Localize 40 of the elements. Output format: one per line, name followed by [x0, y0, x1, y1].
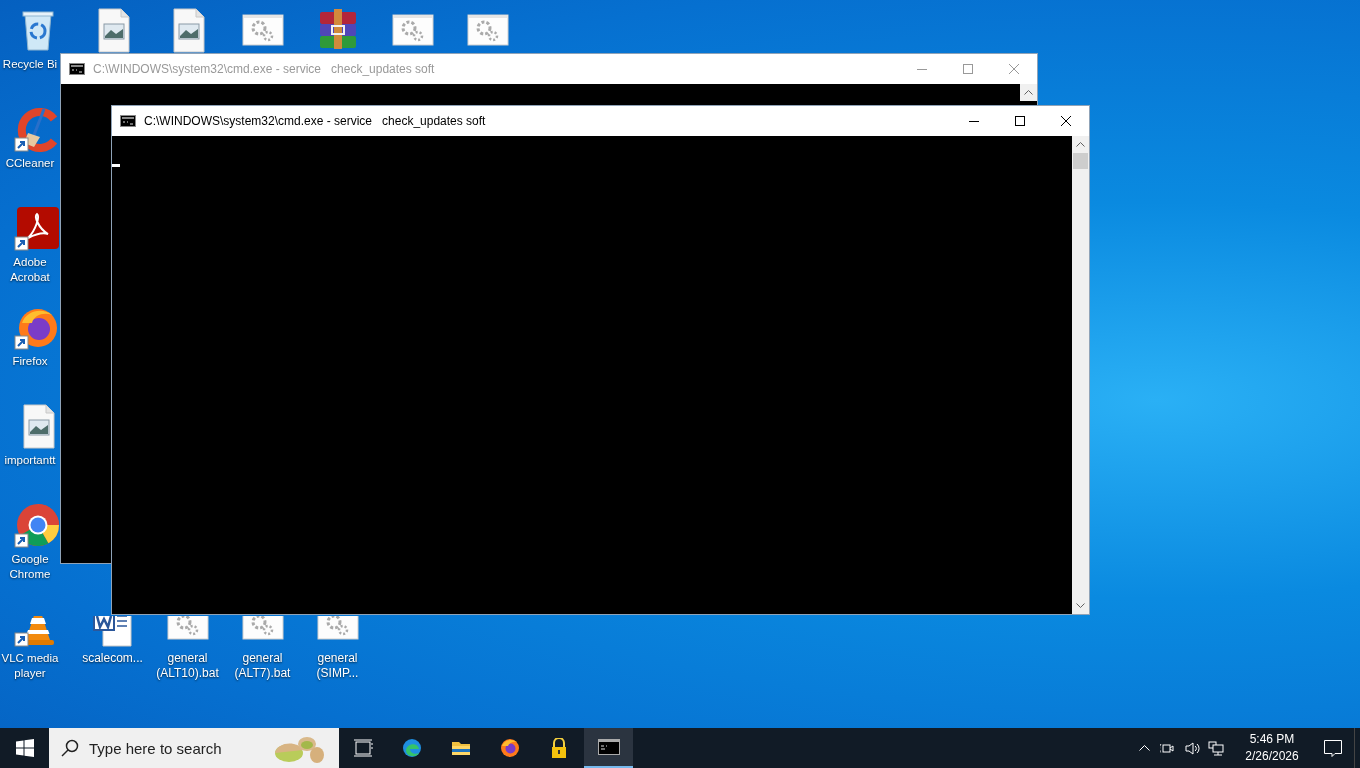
console-icon	[69, 63, 85, 75]
clock-date[interactable]: 2/26/2026	[1232, 748, 1312, 765]
scroll-up-button[interactable]	[1020, 84, 1037, 101]
search-icon	[61, 739, 79, 757]
icon-label: Recycle Bi	[1, 57, 59, 72]
window-title: C:\WINDOWS\system32\cmd.exe - service check_updates soft	[93, 61, 435, 78]
windows-logo-icon	[15, 739, 34, 757]
close-icon	[1009, 64, 1019, 74]
maximize-icon	[963, 64, 973, 74]
browser-circle-icon[interactable]	[13, 501, 62, 549]
icon-label: importantt	[3, 453, 57, 468]
icon-label: Google Chrome	[8, 552, 52, 582]
document-swirl-icon[interactable]	[13, 204, 62, 252]
scroll-thumb[interactable]	[1073, 153, 1088, 169]
network-icon	[1208, 739, 1224, 757]
close-icon	[1061, 116, 1071, 126]
search-field[interactable]: Type here to search	[49, 728, 339, 768]
icon-label: Adobe Acrobat	[9, 255, 51, 285]
maximize-icon	[1015, 116, 1025, 126]
icon-label: CCleaner	[4, 156, 56, 171]
icon-label: general (ALT7).bat	[233, 651, 292, 681]
icon-label: general (ALT10).bat	[155, 651, 220, 681]
speech-bubble-icon	[1324, 739, 1342, 757]
clock-time[interactable]: 5:46 PM	[1232, 731, 1312, 748]
icon-label: Firefox	[11, 354, 49, 369]
chevron-up-icon	[1024, 90, 1033, 95]
taskbar-button[interactable]	[584, 728, 633, 768]
fox-globe-icon	[499, 738, 522, 758]
speaker-icon	[1184, 739, 1200, 757]
console-icon	[597, 737, 620, 757]
text-cursor	[112, 164, 120, 167]
scrollbar[interactable]	[1072, 136, 1089, 614]
icon-label: VLC media player	[1, 651, 59, 681]
browser-wave-icon	[401, 738, 424, 758]
console-icon	[120, 115, 136, 127]
icon-label: general (SIMP...	[315, 651, 360, 681]
icon-label: scalecom...	[81, 651, 144, 666]
chevron-up-icon	[1138, 745, 1150, 751]
task-view-icon	[352, 738, 375, 758]
window-title: C:\WINDOWS\system32\cmd.exe - service check_updates soft	[144, 113, 486, 130]
